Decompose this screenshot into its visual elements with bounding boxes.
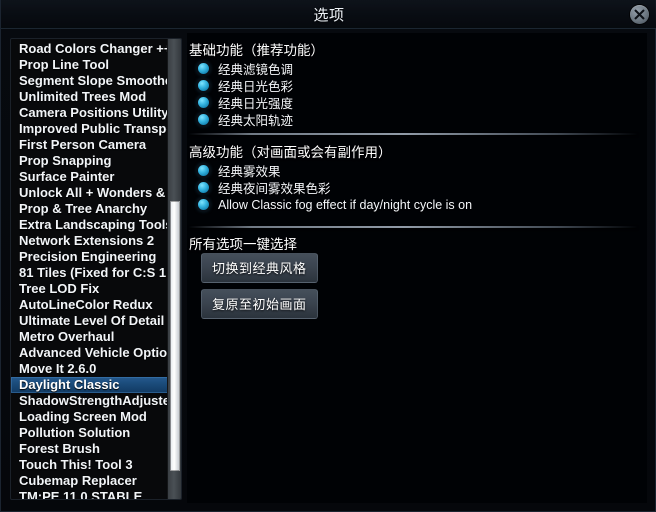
mod-list-item[interactable]: TM:PE 11.0 STABLE xyxy=(11,489,168,499)
mod-list-item[interactable]: Improved Public Transport xyxy=(11,121,168,137)
mod-list-item[interactable]: Ultimate Level Of Detail xyxy=(11,313,168,329)
option-row[interactable]: 经典日光强度 xyxy=(198,94,293,111)
radio-checked-icon[interactable] xyxy=(198,182,209,193)
radio-checked-icon[interactable] xyxy=(198,165,209,176)
section-heading: 高级功能（对画面或会有副作用） xyxy=(189,145,392,160)
mod-list-item-selected[interactable]: Daylight Classic xyxy=(11,377,168,393)
option-label: Allow Classic fog effect if day/night cy… xyxy=(218,197,473,212)
radio-checked-icon[interactable] xyxy=(198,63,209,74)
mod-list-item[interactable]: Unlock All + Wonders & La xyxy=(11,185,168,201)
section-heading: 所有选项一键选择 xyxy=(189,237,297,252)
mod-list-item[interactable]: Pollution Solution xyxy=(11,425,168,441)
mod-list-item[interactable]: First Person Camera xyxy=(11,137,168,153)
mod-list-item[interactable]: Prop Snapping xyxy=(11,153,168,169)
radio-checked-icon[interactable] xyxy=(198,199,209,210)
mod-list-item[interactable]: Cubemap Replacer xyxy=(11,473,168,489)
mod-list-item[interactable]: Camera Positions Utility xyxy=(11,105,168,121)
mod-list-item[interactable]: Extra Landscaping Tools xyxy=(11,217,168,233)
option-group: 经典滤镜色调 经典日光色彩 经典日光强度经典太阳轨迹 xyxy=(187,60,293,128)
mod-list-item[interactable]: Metro Overhaul xyxy=(11,329,168,345)
mod-list-item[interactable]: Forest Brush xyxy=(11,441,168,457)
mod-list-item[interactable]: 81 Tiles (Fixed for C:S 1.2+) xyxy=(11,265,168,281)
option-row[interactable]: 经典滤镜色调 xyxy=(198,60,293,77)
section-heading: 基础功能（推荐功能） xyxy=(189,43,324,58)
option-row[interactable]: Allow Classic fog effect if day/night cy… xyxy=(198,196,472,213)
switch-to-classic-button[interactable]: 切换到经典风格 xyxy=(201,253,318,283)
restore-default-button[interactable]: 复原至初始画面 xyxy=(201,289,318,319)
mod-list-item[interactable]: ShadowStrengthAdjuster xyxy=(11,393,168,409)
mod-list-panel: Road Colors Changer ++ Prop Line Tool Segm… xyxy=(10,38,182,500)
options-window: 选项 Road Colors Changer ++ Prop Line Tool S… xyxy=(0,0,656,512)
section-separator xyxy=(189,226,637,228)
window-title-bar: 选项 xyxy=(1,0,656,29)
option-group: 经典雾效果经典夜间雾效果色彩 Allow Classic fog effect i… xyxy=(187,162,472,213)
mod-list-item[interactable]: Precision Engineering xyxy=(11,249,168,265)
option-row[interactable]: 经典日光色彩 xyxy=(198,77,293,94)
close-icon[interactable] xyxy=(630,5,649,24)
options-content-panel: 基础功能（推荐功能） 经典滤镜色调 经典日光色彩 经典日光强度经典太阳轨迹高级功能（对… xyxy=(187,33,647,503)
mod-list-item[interactable]: Advanced Vehicle Options xyxy=(11,345,168,361)
mod-list[interactable]: Road Colors Changer ++ Prop Line Tool Segm… xyxy=(11,39,168,499)
mod-list-item[interactable]: Touch This! Tool 3 xyxy=(11,457,168,473)
option-row[interactable]: 经典夜间雾效果色彩 xyxy=(198,179,472,196)
option-label: 经典夜间雾效果色彩 xyxy=(218,182,331,196)
mod-list-item[interactable]: Unlimited Trees Mod xyxy=(11,89,168,105)
mod-list-item[interactable]: Prop Line Tool xyxy=(11,57,168,73)
radio-checked-icon[interactable] xyxy=(198,97,209,108)
page-title: 选项 xyxy=(313,7,345,24)
mod-list-item[interactable]: Surface Painter xyxy=(11,169,168,185)
sidebar-scrollbar[interactable] xyxy=(167,39,181,499)
option-label: 经典太阳轨迹 xyxy=(218,114,294,128)
mod-list-item[interactable]: Tree LOD Fix xyxy=(11,281,168,297)
mod-list-item[interactable]: Loading Screen Mod xyxy=(11,409,168,425)
radio-checked-icon[interactable] xyxy=(198,114,209,125)
action-button-group: 切换到经典风格 复原至初始画面 xyxy=(187,253,318,319)
mod-list-item[interactable]: Segment Slope Smoother xyxy=(11,73,168,89)
mod-list-item[interactable]: Prop & Tree Anarchy xyxy=(11,201,168,217)
option-row[interactable]: 经典太阳轨迹 xyxy=(198,111,293,128)
radio-checked-icon[interactable] xyxy=(198,80,209,91)
option-row[interactable]: 经典雾效果 xyxy=(198,162,472,179)
mod-list-item[interactable]: Road Colors Changer ++ xyxy=(11,41,168,57)
sidebar-scrollbar-thumb[interactable] xyxy=(170,201,180,471)
mod-list-item[interactable]: Network Extensions 2 xyxy=(11,233,168,249)
mod-list-item[interactable]: AutoLineColor Redux xyxy=(11,297,168,313)
mod-list-item[interactable]: Move It 2.6.0 xyxy=(11,361,168,377)
section-separator xyxy=(189,133,637,135)
